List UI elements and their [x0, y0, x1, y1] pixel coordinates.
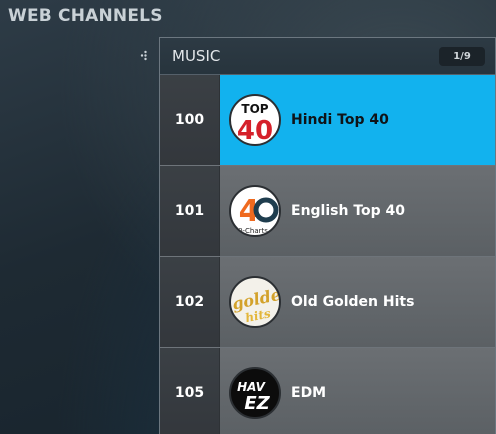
channel-content[interactable]: golde hits Old Golden Hits [220, 257, 495, 347]
channel-row-100[interactable]: 100 TOP 40 Hindi Top 40 [160, 75, 495, 166]
top40-charts-logo-icon: 4 0-Charts [229, 185, 281, 237]
svg-text:EZ: EZ [244, 393, 270, 414]
channel-row-102[interactable]: 102 golde hits Old Golden Hits [160, 257, 495, 348]
channel-name: Hindi Top 40 [291, 112, 389, 128]
svg-text:40: 40 [237, 116, 273, 144]
channel-name: English Top 40 [291, 203, 406, 219]
top40-red-logo-icon: TOP 40 [229, 94, 281, 146]
channel-name: EDM [291, 385, 327, 401]
channel-number: 100 [160, 75, 220, 165]
channel-row-101[interactable]: 101 4 0-Charts English Top 40 [160, 166, 495, 257]
svg-text:0-Charts: 0-Charts [238, 227, 268, 235]
channel-row-105[interactable]: 105 HAV EZ EDM [160, 348, 495, 434]
channel-list-panel: MUSIC 1/9 100 TOP 40 Hindi Top 40 101 4 … [159, 37, 496, 434]
channel-number: 105 [160, 348, 220, 434]
page-counter-badge: 1/9 [439, 47, 485, 66]
channel-content[interactable]: 4 0-Charts English Top 40 [220, 166, 495, 256]
channel-name: Old Golden Hits [291, 294, 415, 310]
panel-header: MUSIC 1/9 [160, 38, 495, 75]
edm-logo-icon: HAV EZ [229, 367, 281, 419]
channel-content[interactable]: TOP 40 Hindi Top 40 [220, 75, 495, 165]
channel-number: 102 [160, 257, 220, 347]
channel-number: 101 [160, 166, 220, 256]
golden-hits-logo-icon: golde hits [229, 276, 281, 328]
category-title: MUSIC [172, 47, 221, 65]
svg-text:TOP: TOP [241, 102, 268, 116]
svg-text:HAV: HAV [237, 380, 267, 394]
drag-handle-icon[interactable] [140, 50, 148, 62]
page-title: WEB CHANNELS [8, 6, 163, 26]
channel-content[interactable]: HAV EZ EDM [220, 348, 495, 434]
